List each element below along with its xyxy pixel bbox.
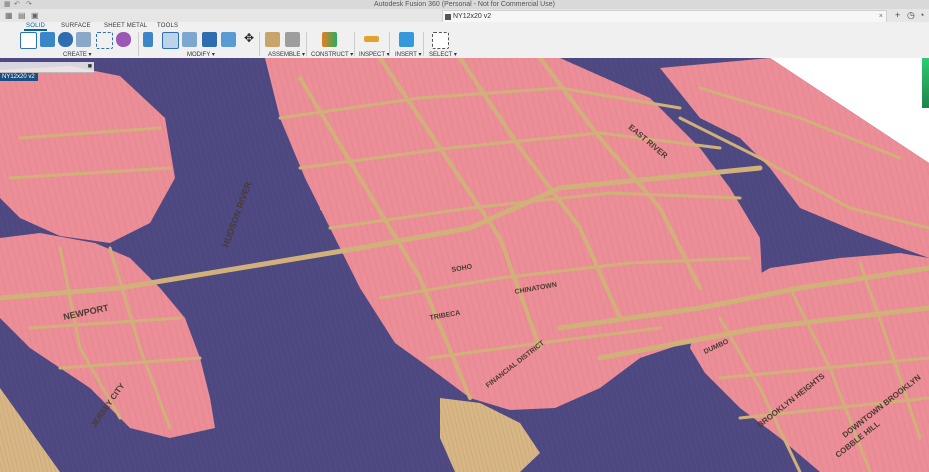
design-viewport[interactable]: HUDSON RIVER EAST RIVER NEWPORT JERSEY C… <box>0 58 929 472</box>
ribbon-divider <box>259 32 260 56</box>
new-component-button[interactable] <box>265 32 280 47</box>
tab-solid[interactable]: SOLID <box>23 23 48 31</box>
save-icon[interactable]: ▣ <box>31 10 39 21</box>
document-tab-strip: ▦ ▤ ▣ NY12x20 v2 × + ◷ ◔ <box>0 9 929 23</box>
select-button[interactable] <box>432 32 449 49</box>
measure-button[interactable] <box>364 36 379 42</box>
move-icon[interactable]: ✥ <box>244 31 254 45</box>
revolve-button[interactable] <box>58 32 73 47</box>
insert-image-button[interactable] <box>399 32 414 47</box>
combine-button[interactable] <box>221 32 236 47</box>
joint-button[interactable] <box>285 32 300 47</box>
window-title: Autodesk Fusion 360 (Personal - Not for … <box>374 1 555 8</box>
ribbon-divider <box>354 32 355 56</box>
tab-surface[interactable]: SURFACE <box>61 23 91 29</box>
pier-small <box>320 198 350 210</box>
browser-panel[interactable]: ■ <box>0 62 94 73</box>
tab-sheet-metal[interactable]: SHEET METAL <box>104 23 147 29</box>
ribbon-divider <box>138 32 139 56</box>
design-cube-icon <box>445 14 451 20</box>
tab-tools[interactable]: TOOLS <box>157 23 178 29</box>
extrude-button[interactable] <box>40 32 55 47</box>
document-tab[interactable]: NY12x20 v2 × <box>442 10 887 22</box>
form-button[interactable] <box>116 32 131 47</box>
extensions-icon[interactable]: ◷ <box>907 10 915 21</box>
create-group-label[interactable]: CREATE ▾ <box>63 51 92 58</box>
viewcube-icon[interactable] <box>922 58 929 108</box>
new-tab-icon[interactable]: + <box>895 10 900 21</box>
fillet-button[interactable] <box>162 32 179 49</box>
construct-group-label[interactable]: CONSTRUCT ▾ <box>311 51 353 58</box>
browser-root-node[interactable]: NY12x20 v2 <box>0 73 38 81</box>
loft-button[interactable] <box>96 32 113 49</box>
offset-plane-button[interactable] <box>322 32 337 47</box>
panel-collapse-icon[interactable]: ■ <box>88 62 92 72</box>
select-group-label[interactable]: SELECT ▾ <box>429 51 457 58</box>
create-sketch-button[interactable] <box>20 32 37 49</box>
sweep-button[interactable] <box>76 32 91 47</box>
toolbar-ribbon: SOLID SURFACE SHEET METAL TOOLS CREATE ▾… <box>0 22 929 59</box>
assemble-group-label[interactable]: ASSEMBLE ▾ <box>268 51 305 58</box>
press-pull-button[interactable] <box>143 32 153 47</box>
data-panel-icon[interactable]: ▦ <box>5 10 13 21</box>
ribbon-divider <box>389 32 390 56</box>
file-menu-icon[interactable]: ▤ <box>18 10 26 21</box>
ribbon-divider <box>423 32 424 56</box>
shell-button[interactable] <box>202 32 217 47</box>
insert-group-label[interactable]: INSERT ▾ <box>395 51 421 58</box>
modify-group-label[interactable]: MODIFY ▾ <box>187 51 215 58</box>
notifications-icon[interactable]: ◔ <box>919 10 924 21</box>
chamfer-button[interactable] <box>182 32 197 47</box>
inspect-group-label[interactable]: INSPECT ▾ <box>359 51 390 58</box>
ribbon-divider <box>306 32 307 56</box>
